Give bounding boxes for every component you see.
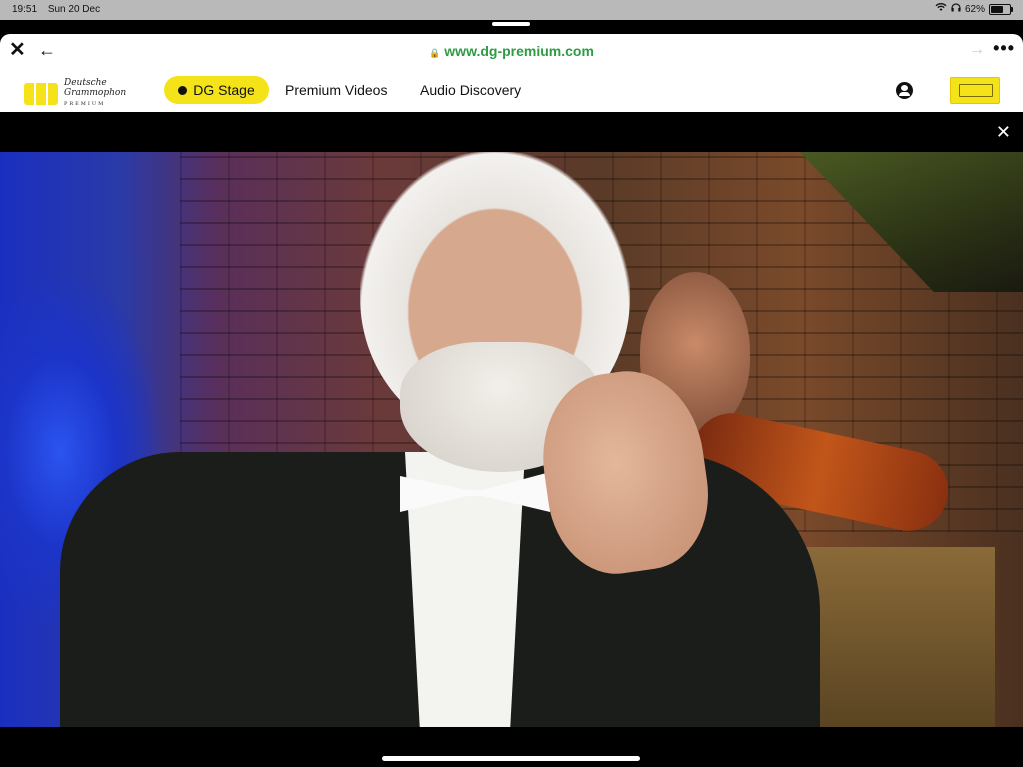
site-nav: Deutsche Grammophon PREMIUM DG Stage Pre…	[0, 68, 1023, 112]
browser-bar: ✕ ← 🔒 www.dg-premium.com → •••	[0, 34, 1023, 69]
headphones-icon	[951, 3, 961, 15]
forward-arrow-icon[interactable]: →	[969, 41, 985, 59]
live-dot-icon	[178, 85, 188, 95]
window-grabber[interactable]	[492, 22, 530, 26]
account-icon[interactable]	[896, 82, 913, 99]
brand-text: Deutsche Grammophon PREMIUM	[64, 78, 126, 109]
battery-icon	[989, 3, 1013, 15]
url-text: www.dg-premium.com	[444, 43, 594, 59]
nav-item-premium-videos[interactable]: Premium Videos	[285, 82, 387, 98]
home-indicator[interactable]	[382, 756, 640, 761]
video-player[interactable]: ✕	[0, 112, 1023, 767]
dg-wing-icon	[24, 82, 58, 105]
dg-premium-logo[interactable]: Deutsche Grammophon PREMIUM	[24, 78, 126, 109]
status-right: 62%	[935, 3, 1013, 15]
status-time: 19:51	[12, 4, 38, 15]
brand-line-2: Grammophon	[64, 88, 127, 98]
status-bar: 19:51 Sun 20 Dec 62%	[0, 0, 1023, 20]
dg-yellow-label-logo[interactable]	[950, 77, 1000, 104]
brand-line-1: Deutsche	[64, 78, 107, 88]
close-video-icon[interactable]: ✕	[996, 122, 1011, 143]
nav-item-audio-discovery[interactable]: Audio Discovery	[420, 82, 521, 98]
status-date: Sun 20 Dec	[47, 4, 101, 15]
video-frame[interactable]	[0, 152, 1023, 727]
url-display[interactable]: 🔒 www.dg-premium.com	[0, 43, 1023, 59]
battery-percent: 62%	[964, 3, 985, 15]
status-left: 19:51 Sun 20 Dec	[12, 4, 108, 15]
wifi-icon	[935, 3, 947, 15]
nav-item-label: DG Stage	[193, 82, 255, 98]
more-options-icon[interactable]: •••	[993, 38, 1015, 59]
nav-item-dg-stage[interactable]: DG Stage	[164, 76, 269, 104]
brand-line-3: PREMIUM	[64, 101, 106, 107]
lock-icon: 🔒	[429, 48, 441, 58]
